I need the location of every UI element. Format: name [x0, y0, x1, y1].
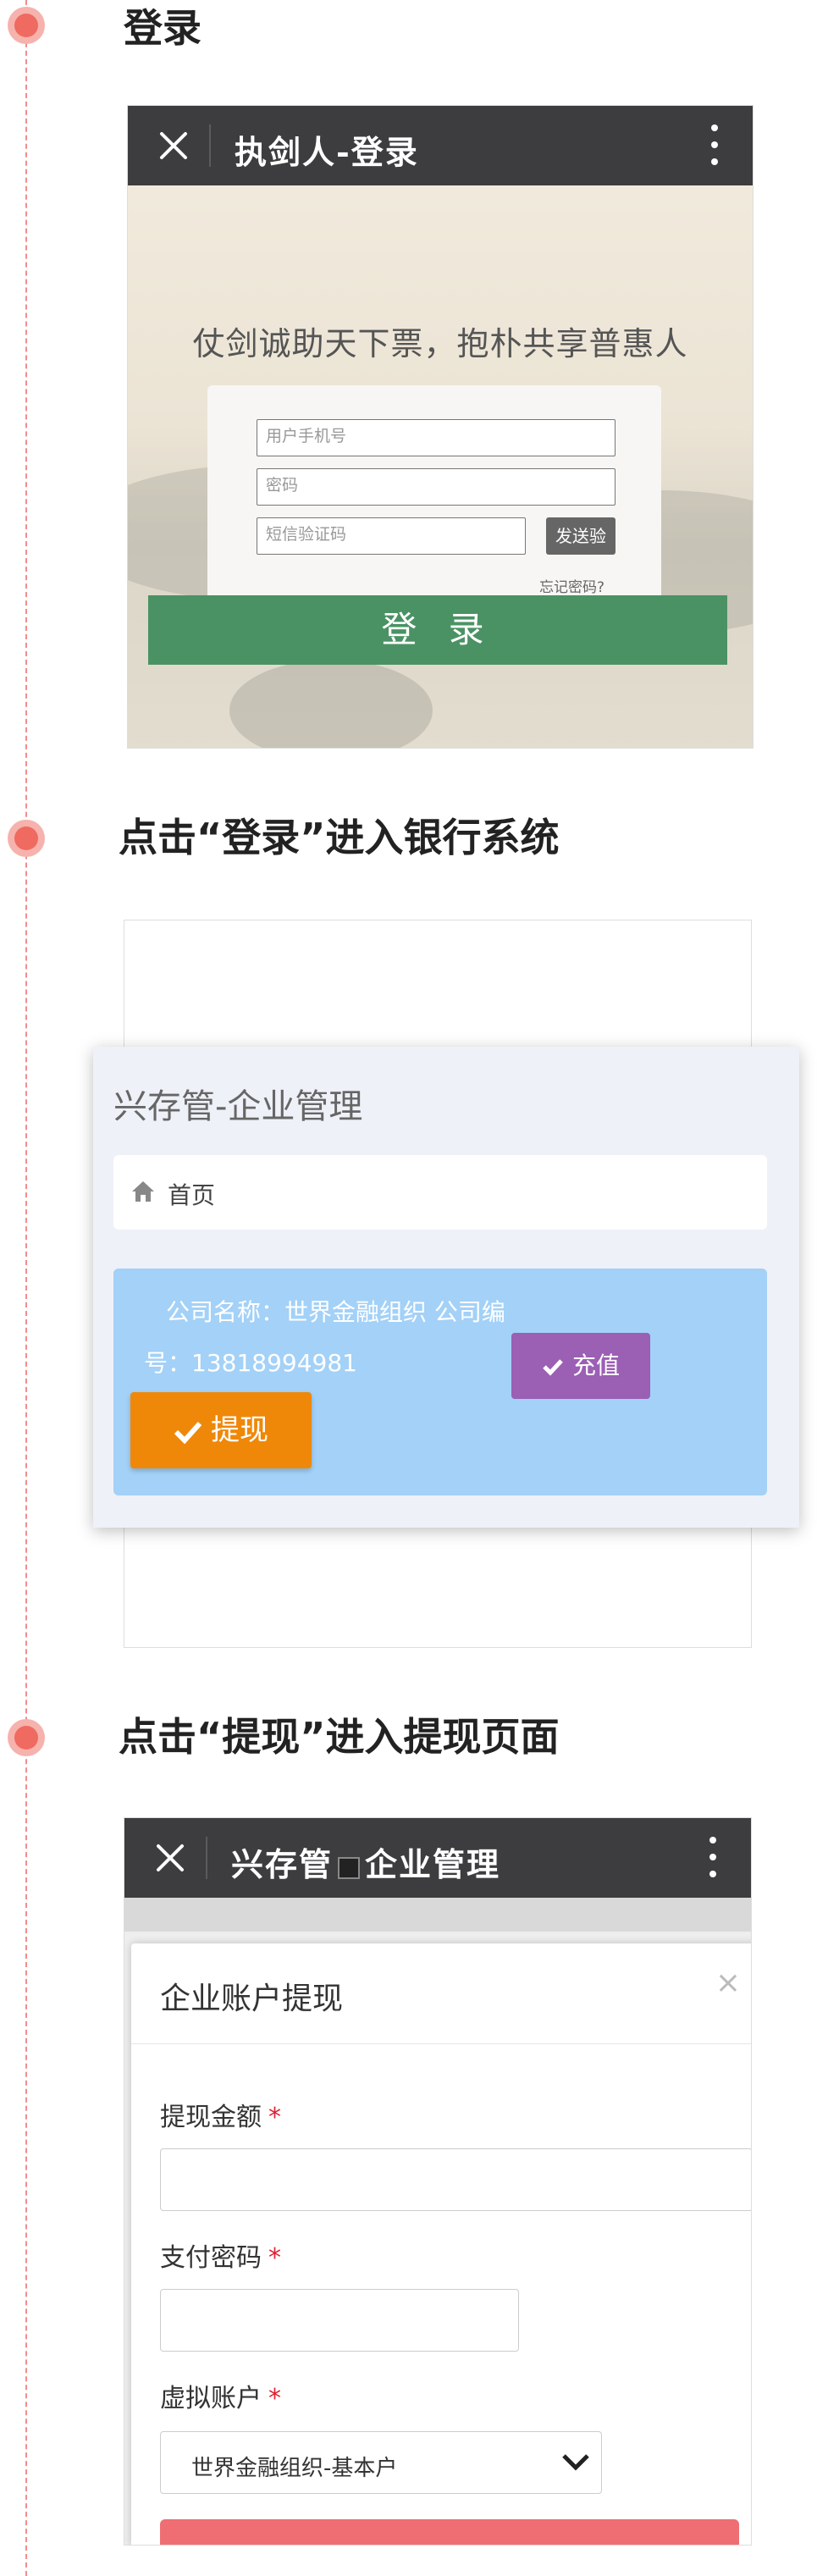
- step-title-withdraw: 点击“提现”进入提现页面: [119, 1714, 560, 1760]
- step-title-enter-bank: 点击“登录”进入银行系统: [119, 815, 560, 860]
- step-title-login: 登录: [124, 5, 201, 51]
- account-label: 虚拟账户 *: [160, 2377, 281, 2414]
- close-icon[interactable]: [157, 129, 190, 163]
- login-background: 仗剑诚助天下票，抱朴共享普惠人 用户手机号 密码 短信验证码 发送验 忘记密码?…: [128, 185, 753, 748]
- page-background: [124, 1898, 751, 1932]
- recharge-label: 充值: [571, 1352, 620, 1379]
- forgot-password-link[interactable]: 忘记密码?: [539, 575, 604, 596]
- page-title: 兴存管-企业管理: [113, 1087, 363, 1126]
- withdraw-button[interactable]: 提现: [130, 1392, 312, 1468]
- window-title: 执剑人-登录: [235, 133, 419, 171]
- sms-code-input[interactable]: 短信验证码: [257, 517, 526, 555]
- timeline-dot: [8, 820, 45, 857]
- close-icon[interactable]: [153, 1841, 187, 1875]
- timeline-dot: [8, 1719, 45, 1756]
- window-title-part: 企业管理: [365, 1845, 501, 1883]
- amount-label-text: 提现金额: [160, 2103, 262, 2132]
- send-code-button[interactable]: 发送验: [546, 517, 616, 555]
- modal-divider: [131, 2043, 751, 2044]
- square-glyph: [338, 1856, 361, 1879]
- breadcrumb: 首页: [113, 1155, 767, 1230]
- slogan: 仗剑诚助天下票，抱朴共享普惠人: [192, 325, 688, 362]
- password-label-text: 支付密码: [160, 2243, 262, 2273]
- account-label-text: 虚拟账户: [160, 2384, 262, 2413]
- bank-panel: 兴存管-企业管理 首页 公司名称：世界金融组织 公司编 号：1381899498…: [93, 1047, 799, 1528]
- wechat-titlebar: 执剑人-登录: [128, 106, 753, 185]
- wechat-titlebar: 兴存管 企业管理: [124, 1818, 751, 1898]
- account-select[interactable]: 世界金融组织-基本户: [160, 2431, 602, 2494]
- modal-close-icon[interactable]: ×: [715, 1965, 741, 2000]
- company-name-text: 公司名称：世界金融组织 公司编: [166, 1298, 505, 1326]
- required-mark: *: [268, 2384, 281, 2413]
- window-title-part: 兴存管: [231, 1845, 334, 1883]
- pay-password-input[interactable]: [160, 2289, 519, 2352]
- window-title: 兴存管 企业管理: [231, 1838, 500, 1885]
- titlebar-divider: [206, 1837, 207, 1879]
- withdraw-label: 提现: [211, 1413, 268, 1447]
- check-icon: [174, 1421, 202, 1444]
- mountain-decoration: [229, 660, 433, 748]
- phone-input[interactable]: 用户手机号: [257, 419, 616, 456]
- login-screenshot: 执剑人-登录 仗剑诚助天下票，抱朴共享普惠人 用户手机号 密码 短信验证码 发送…: [127, 105, 754, 749]
- more-menu-icon[interactable]: [709, 1837, 717, 1879]
- password-input[interactable]: 密码: [257, 468, 616, 506]
- required-mark: *: [268, 2243, 281, 2273]
- recharge-button[interactable]: 充值: [511, 1333, 650, 1399]
- timeline-line: [25, 0, 27, 2576]
- company-info-box: 公司名称：世界金融组织 公司编 号：13818994981 充值 提现: [113, 1269, 767, 1495]
- withdraw-modal: 企业账户提现 × 提现金额 * 支付密码 * 虚拟账户 * 世界金融组织-基本户: [131, 1943, 751, 2545]
- home-icon: [132, 1181, 154, 1202]
- amount-input[interactable]: [160, 2148, 751, 2211]
- withdraw-screenshot: 兴存管 企业管理 企业账户提现 × 提现金额 * 支付密码 * 虚拟账户 * 世界金融组…: [124, 1817, 752, 2546]
- submit-button[interactable]: [160, 2519, 739, 2545]
- company-id-text: 号：13818994981: [144, 1349, 357, 1377]
- check-icon: [543, 1359, 563, 1376]
- login-button[interactable]: 登 录: [148, 595, 727, 665]
- amount-label: 提现金额 *: [160, 2096, 281, 2133]
- more-menu-icon[interactable]: [710, 124, 719, 167]
- titlebar-divider: [209, 124, 211, 167]
- modal-title: 企业账户提现: [160, 1982, 344, 2016]
- chevron-down-icon: [562, 2454, 589, 2471]
- password-label: 支付密码 *: [160, 2236, 281, 2274]
- account-select-value: 世界金融组织-基本户: [191, 2456, 398, 2481]
- timeline-dot: [8, 7, 45, 44]
- required-mark: *: [268, 2103, 281, 2132]
- breadcrumb-home[interactable]: 首页: [168, 1177, 215, 1211]
- login-form: 用户手机号 密码 短信验证码 发送验 忘记密码?: [207, 385, 661, 619]
